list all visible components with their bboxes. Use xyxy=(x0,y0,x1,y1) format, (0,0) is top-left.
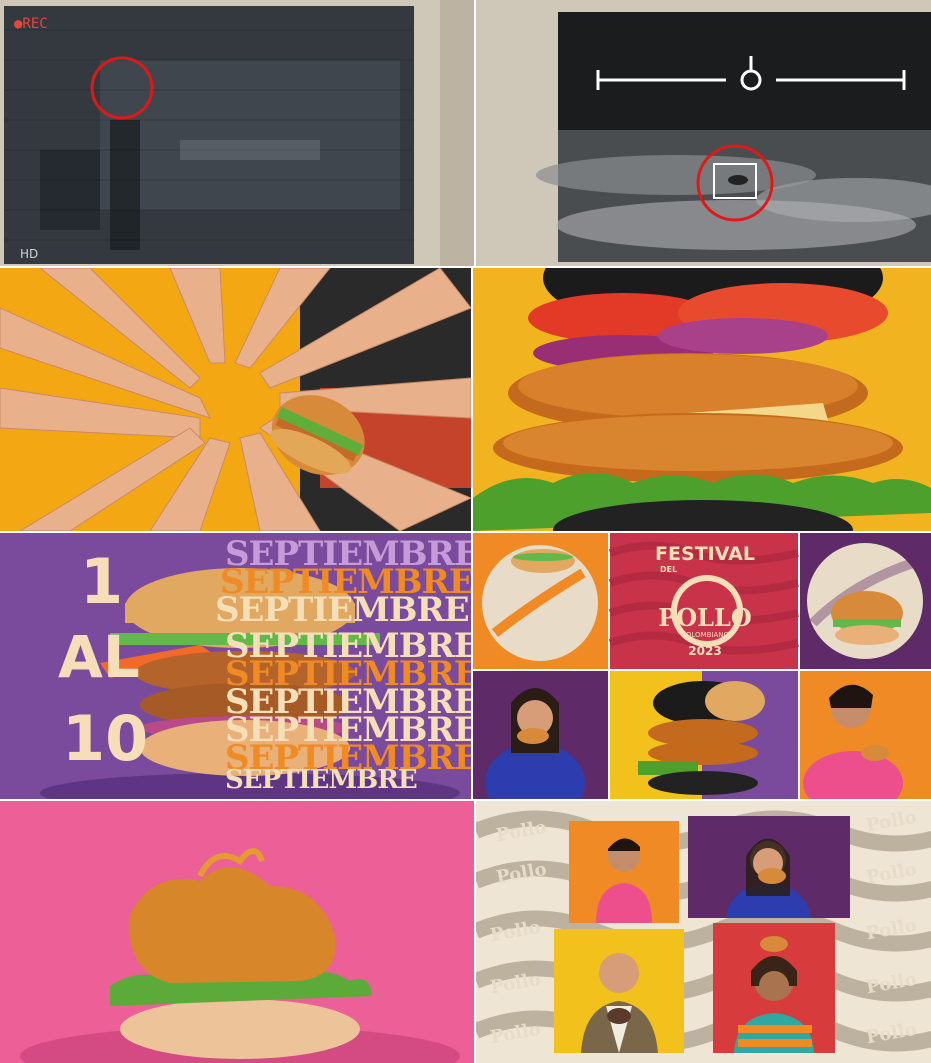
logo-line-colombiano: COLOMBIANO xyxy=(681,631,729,639)
hd-indicator: HD xyxy=(20,247,38,261)
festival-grid-frame: FESTIVAL DEL POLLO COLOMBIANO 2023 xyxy=(473,533,931,799)
night-vision-frame xyxy=(476,0,931,266)
pollo-collage-frame: Pollo Pollo Pollo Pollo Pollo Pollo Poll… xyxy=(476,801,931,1063)
crispy-chicken-frame xyxy=(0,801,474,1063)
promo-day-from: 1 xyxy=(80,545,124,618)
festival-logo: FESTIVAL DEL POLLO COLOMBIANO 2023 xyxy=(648,537,762,665)
promo-day-to: 10 xyxy=(62,702,149,775)
promo-month: SEPTIEMBRE xyxy=(215,590,470,630)
logo-year: 2023 xyxy=(688,644,722,658)
cctv-frame: ●REC HD xyxy=(0,0,474,266)
promo-month: SEPTIEMBRE xyxy=(225,765,418,795)
rec-indicator: ●REC xyxy=(14,16,48,32)
logo-line-pollo: POLLO xyxy=(658,603,752,632)
logo-line-del: DEL xyxy=(660,565,678,574)
hands-burger-frame xyxy=(0,268,471,531)
black-bun-burger-frame xyxy=(473,268,931,531)
promo-connector: AL xyxy=(58,623,140,691)
logo-line-festival: FESTIVAL xyxy=(655,543,755,565)
promo-date-frame: 1 AL 10 SEPTIEMBRE SEPTIEMBRE SEPTIEMBRE… xyxy=(0,533,471,799)
